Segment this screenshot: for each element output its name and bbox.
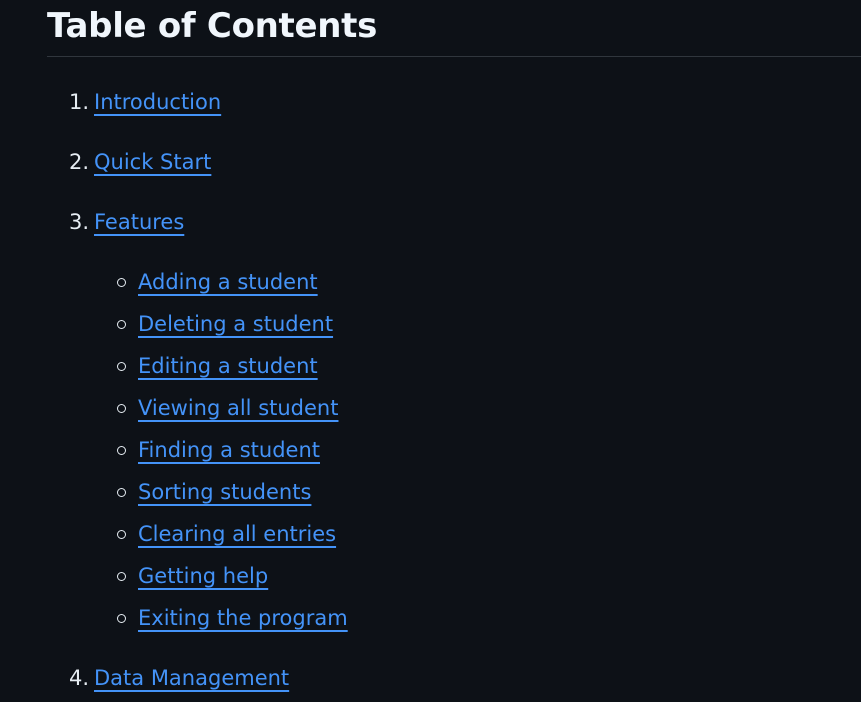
bullet-circle-icon (117, 278, 126, 287)
bullet-circle-icon (117, 530, 126, 539)
bullet-circle-icon (117, 614, 126, 623)
sub-item-adding: Adding a student (117, 267, 318, 297)
toc-link-getting-help[interactable]: Getting help (138, 564, 268, 588)
toc-link-adding-a-student[interactable]: Adding a student (138, 270, 318, 294)
toc-item-features: 3. Features (69, 207, 184, 237)
toc-link-introduction[interactable]: Introduction (94, 90, 221, 114)
toc-link-clearing-all-entries[interactable]: Clearing all entries (138, 522, 336, 546)
toc-link-finding-a-student[interactable]: Finding a student (138, 438, 320, 462)
bullet-circle-icon (117, 320, 126, 329)
bullet-circle-icon (117, 572, 126, 581)
toc-item-number: 4. (69, 666, 90, 690)
toc-item-number: 3. (69, 210, 90, 234)
toc-link-features[interactable]: Features (94, 210, 184, 234)
toc-item-number: 2. (69, 150, 90, 174)
toc-link-quick-start[interactable]: Quick Start (94, 150, 211, 174)
toc-link-viewing-all-student[interactable]: Viewing all student (138, 396, 338, 420)
table-of-contents: Table of Contents 1. Introduction 2. Quick… (47, 0, 861, 690)
bullet-circle-icon (117, 488, 126, 497)
toc-link-exiting-the-program[interactable]: Exiting the program (138, 606, 348, 630)
sub-item-editing: Editing a student (117, 351, 318, 381)
toc-item-quick-start: 2. Quick Start (69, 147, 211, 177)
sub-item-deleting: Deleting a student (117, 309, 333, 339)
toc-item-introduction: 1. Introduction (69, 87, 221, 117)
toc-link-editing-a-student[interactable]: Editing a student (138, 354, 318, 378)
toc-link-deleting-a-student[interactable]: Deleting a student (138, 312, 333, 336)
toc-link-sorting-students[interactable]: Sorting students (138, 480, 311, 504)
toc-item-number: 1. (69, 90, 90, 114)
sub-item-help: Getting help (117, 561, 268, 591)
sub-item-viewing: Viewing all student (117, 393, 338, 423)
toc-link-data-management[interactable]: Data Management (94, 666, 289, 690)
sub-item-exiting: Exiting the program (117, 603, 348, 633)
toc-item-data-management: 4. Data Management (69, 663, 289, 693)
sub-item-clearing: Clearing all entries (117, 519, 336, 549)
bullet-circle-icon (117, 404, 126, 413)
toc-heading: Table of Contents (47, 0, 861, 57)
sub-item-finding: Finding a student (117, 435, 320, 465)
sub-item-sorting: Sorting students (117, 477, 311, 507)
bullet-circle-icon (117, 446, 126, 455)
bullet-circle-icon (117, 362, 126, 371)
